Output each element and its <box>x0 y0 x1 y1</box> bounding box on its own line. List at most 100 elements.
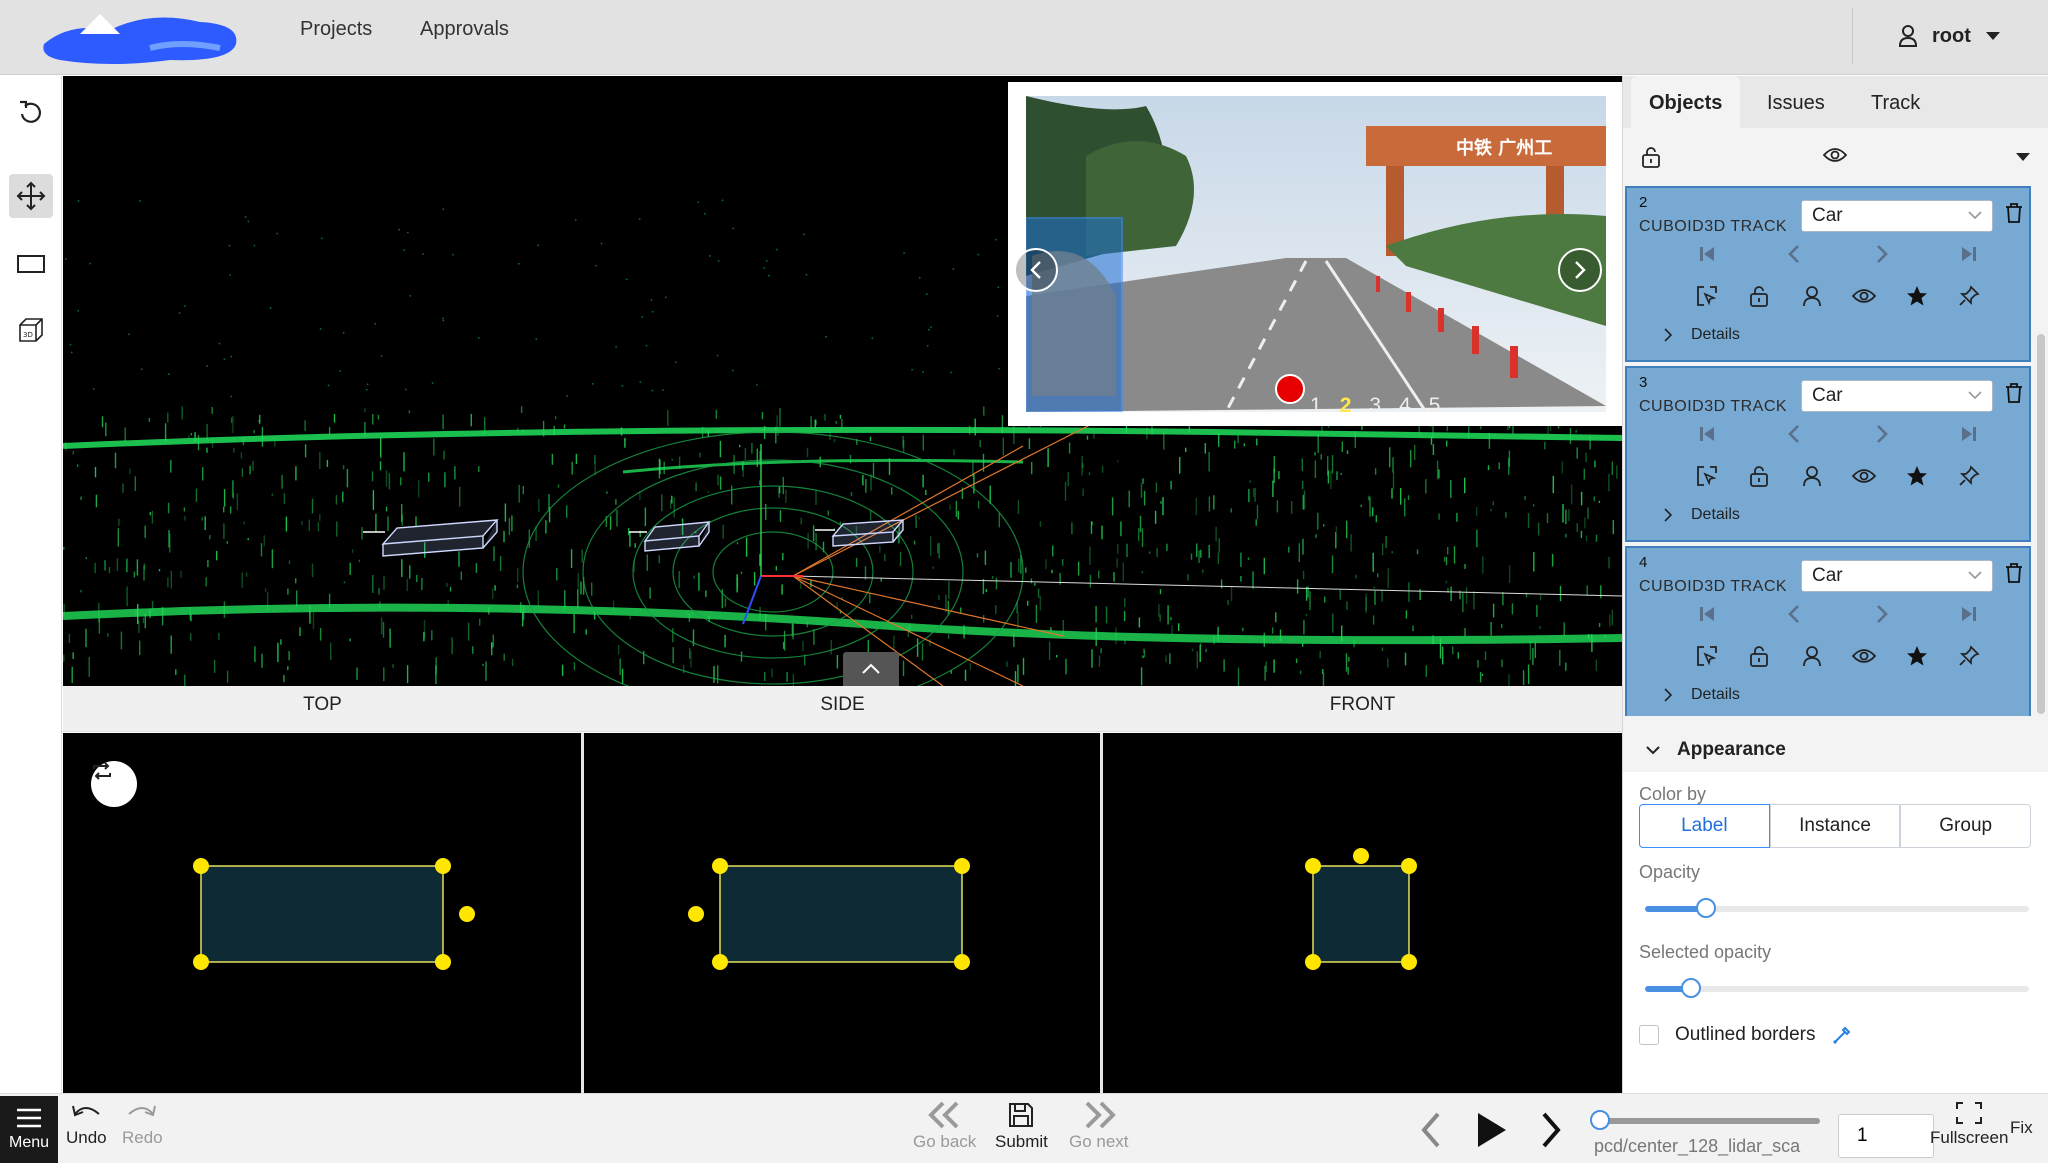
next-keyframe-icon[interactable] <box>1868 420 1896 448</box>
delete-object-button[interactable] <box>2005 202 2023 229</box>
lock-icon[interactable] <box>1745 642 1773 670</box>
last-keyframe-icon[interactable] <box>1955 420 1983 448</box>
user-icon[interactable] <box>1798 642 1826 670</box>
appearance-header[interactable]: Appearance <box>1623 728 2048 772</box>
eye-icon[interactable] <box>1850 282 1878 310</box>
star-icon[interactable] <box>1903 642 1931 670</box>
nav-projects[interactable]: Projects <box>300 18 372 41</box>
fit-button[interactable]: Fix <box>2010 1118 2033 1138</box>
menu-button[interactable]: Menu <box>0 1096 58 1163</box>
delete-object-button[interactable] <box>2005 562 2023 589</box>
object-label-select[interactable]: Car <box>1801 560 1993 592</box>
color-by-label-option[interactable]: Label <box>1639 804 1770 848</box>
color-by-selector: Label Instance Group <box>1639 804 2032 848</box>
eye-icon[interactable] <box>1850 642 1878 670</box>
next-keyframe-icon[interactable] <box>1868 240 1896 268</box>
next-keyframe-icon[interactable] <box>1868 600 1896 628</box>
user-icon[interactable] <box>1798 282 1826 310</box>
camera-page-5[interactable]: 5 <box>1429 394 1441 418</box>
lock-icon[interactable] <box>1745 282 1773 310</box>
object-details-toggle[interactable]: Details <box>1663 686 1740 704</box>
color-picker-icon[interactable] <box>1831 1024 1853 1046</box>
chevron-down-icon <box>1968 571 1982 580</box>
frame-slider-handle[interactable] <box>1590 1110 1610 1130</box>
camera-next-button[interactable] <box>1558 248 1602 292</box>
submit-label: Submit <box>995 1132 1048 1151</box>
star-icon[interactable] <box>1903 462 1931 490</box>
object-list-scrollbar[interactable] <box>2037 334 2045 714</box>
frame-number-input[interactable] <box>1838 1114 1934 1158</box>
tab-objects[interactable]: Objects <box>1631 76 1741 128</box>
move-tool-button[interactable] <box>9 174 53 218</box>
star-icon[interactable] <box>1903 282 1931 310</box>
prev-keyframe-icon[interactable] <box>1780 600 1808 628</box>
fullscreen-button[interactable]: Fullscreen <box>1930 1100 2008 1148</box>
user-icon[interactable] <box>1798 462 1826 490</box>
object-card[interactable]: 4 CUBOID3D TRACK Car Details <box>1625 546 2031 716</box>
reset-view-button[interactable] <box>9 90 53 134</box>
first-keyframe-icon[interactable] <box>1693 240 1721 268</box>
opacity-slider[interactable] <box>1645 898 2029 918</box>
prev-keyframe-icon[interactable] <box>1780 240 1808 268</box>
camera-prev-button[interactable] <box>1014 248 1058 292</box>
user-menu[interactable]: root <box>1898 20 2001 52</box>
selected-opacity-slider[interactable] <box>1645 978 2029 998</box>
caret-down-icon[interactable] <box>2015 152 2031 162</box>
object-card[interactable]: 3 CUBOID3D TRACK Car Details <box>1625 366 2031 542</box>
object-details-toggle[interactable]: Details <box>1663 506 1740 524</box>
camera-image-panel: 中铁 广州工 12345 <box>1008 82 1622 426</box>
front-view-canvas[interactable] <box>1103 733 1622 1095</box>
trash-icon <box>2006 203 2022 223</box>
eye-icon[interactable] <box>1823 146 1847 164</box>
top-view-canvas[interactable] <box>63 733 581 1095</box>
select-object-icon[interactable] <box>1693 642 1721 670</box>
pin-icon[interactable] <box>1955 462 1983 490</box>
pin-icon[interactable] <box>1955 642 1983 670</box>
camera-page-3[interactable]: 3 <box>1369 394 1381 418</box>
prev-keyframe-icon[interactable] <box>1780 420 1808 448</box>
object-label-value: Car <box>1812 385 1843 406</box>
pin-icon[interactable] <box>1955 282 1983 310</box>
first-keyframe-icon[interactable] <box>1693 420 1721 448</box>
object-label-select[interactable]: Car <box>1801 380 1993 412</box>
camera-page-2[interactable]: 2 <box>1340 394 1352 418</box>
redo-button[interactable]: Redo <box>122 1100 163 1148</box>
select-object-icon[interactable] <box>1693 462 1721 490</box>
eye-icon[interactable] <box>1850 462 1878 490</box>
object-details-toggle[interactable]: Details <box>1663 326 1740 344</box>
submit-button[interactable]: Submit <box>995 1100 1048 1152</box>
point-cloud-viewport[interactable]: 中铁 广州工 12345 <box>63 76 1622 686</box>
lock-icon[interactable] <box>1745 462 1773 490</box>
object-card[interactable]: 2 CUBOID3D TRACK Car Details <box>1625 186 2031 362</box>
company-logo <box>43 14 237 64</box>
go-next-button[interactable]: Go next <box>1069 1100 1129 1152</box>
camera-page-4[interactable]: 4 <box>1399 394 1411 418</box>
object-label-select[interactable]: Car <box>1801 200 1993 232</box>
appearance-title: Appearance <box>1677 739 1786 760</box>
frame-slider[interactable] <box>1590 1110 1820 1130</box>
outlined-borders-checkbox[interactable] <box>1639 1025 1659 1045</box>
prev-frame-icon[interactable] <box>1420 1110 1442 1150</box>
next-frame-icon[interactable] <box>1540 1110 1562 1150</box>
play-icon[interactable] <box>1474 1110 1508 1150</box>
tab-issues[interactable]: Issues <box>1749 76 1843 128</box>
select-object-icon[interactable] <box>1693 282 1721 310</box>
tab-track[interactable]: Track <box>1853 76 1938 128</box>
nav-approvals[interactable]: Approvals <box>420 18 509 41</box>
rectangle-tool-button[interactable] <box>9 242 53 286</box>
selected-opacity-slider-handle[interactable] <box>1681 978 1702 998</box>
collapse-views-button[interactable] <box>843 652 899 686</box>
undo-button[interactable]: Undo <box>66 1100 107 1148</box>
unlock-all-icon[interactable] <box>1641 146 1661 168</box>
first-keyframe-icon[interactable] <box>1693 600 1721 628</box>
camera-page-1[interactable]: 1 <box>1310 394 1322 418</box>
last-keyframe-icon[interactable] <box>1955 600 1983 628</box>
color-by-group-option[interactable]: Group <box>1900 804 2032 848</box>
cuboid-tool-button[interactable]: 3D <box>9 308 53 352</box>
side-view-canvas[interactable] <box>584 733 1100 1095</box>
color-by-instance-option[interactable]: Instance <box>1769 804 1901 848</box>
go-back-button[interactable]: Go back <box>913 1100 976 1152</box>
delete-object-button[interactable] <box>2005 382 2023 409</box>
last-keyframe-icon[interactable] <box>1955 240 1983 268</box>
opacity-slider-handle[interactable] <box>1696 898 1717 918</box>
